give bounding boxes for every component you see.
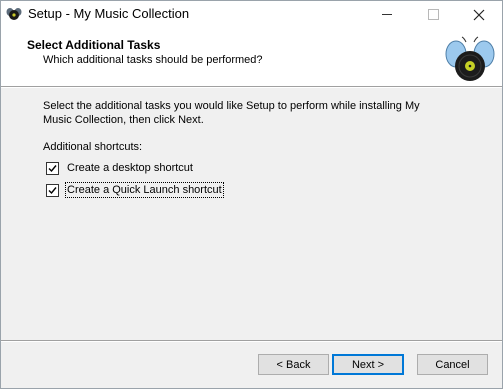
window-title: Setup - My Music Collection: [28, 6, 190, 21]
checkmark-icon: [48, 186, 57, 194]
minimize-icon: [382, 14, 392, 15]
close-icon: [473, 9, 485, 20]
setup-app-icon: [6, 8, 22, 20]
quick-launch-shortcut-option[interactable]: Create a Quick Launch shortcut: [46, 182, 224, 198]
header-divider-highlight: [1, 87, 502, 88]
page-title: Select Additional Tasks: [27, 38, 161, 52]
maximize-button: [410, 1, 456, 28]
desktop-shortcut-option[interactable]: Create a desktop shortcut: [46, 161, 194, 175]
desktop-shortcut-checkbox[interactable]: [46, 161, 59, 175]
desktop-shortcut-label[interactable]: Create a desktop shortcut: [66, 161, 194, 175]
footer-divider-highlight: [1, 341, 502, 342]
quick-launch-shortcut-checkbox[interactable]: [46, 183, 59, 197]
cancel-button[interactable]: Cancel: [417, 354, 488, 375]
back-button[interactable]: < Back: [258, 354, 329, 375]
setup-window: Setup - My Music Collection Select Addit…: [0, 0, 503, 389]
shortcuts-group-label: Additional shortcuts:: [43, 141, 143, 153]
music-disc-logo-icon: [445, 36, 495, 81]
quick-launch-shortcut-label[interactable]: Create a Quick Launch shortcut: [65, 182, 224, 198]
task-description: Select the additional tasks you would li…: [43, 100, 420, 126]
checkmark-icon: [48, 164, 57, 172]
close-button[interactable]: [456, 1, 502, 28]
page-subtitle: Which additional tasks should be perform…: [43, 54, 263, 66]
next-button[interactable]: Next >: [332, 354, 404, 375]
minimize-button[interactable]: [364, 1, 410, 28]
title-bar[interactable]: Setup - My Music Collection: [1, 1, 502, 28]
maximize-icon: [427, 9, 439, 20]
wizard-header: Select Additional Tasks Which additional…: [1, 28, 502, 86]
